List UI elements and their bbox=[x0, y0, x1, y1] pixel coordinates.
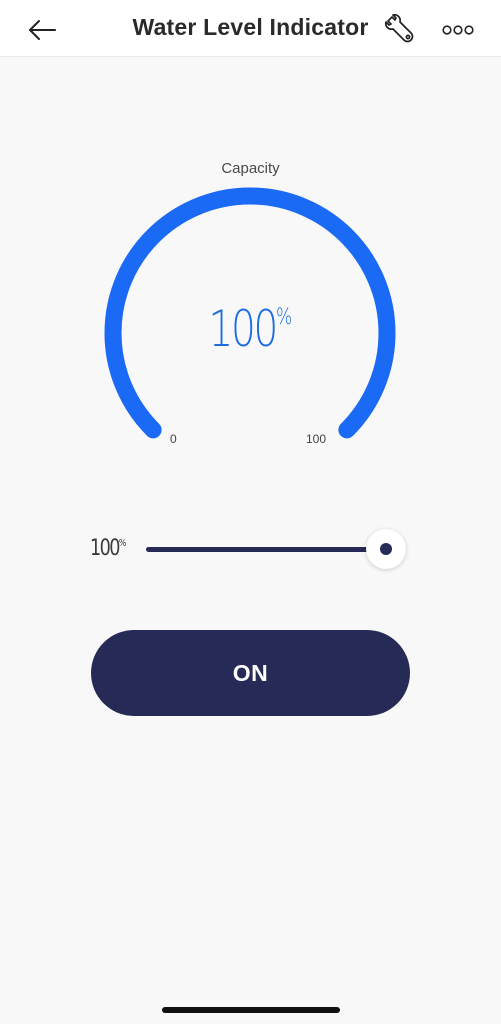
slider-thumb-dot bbox=[380, 543, 392, 555]
home-indicator bbox=[162, 1007, 340, 1013]
gauge-max-label: 100 bbox=[306, 432, 327, 446]
gauge-value-unit: % bbox=[275, 305, 293, 330]
capacity-gauge bbox=[104, 187, 396, 439]
gauge-min-label: 0 bbox=[170, 432, 177, 446]
slider-value-unit: % bbox=[118, 538, 127, 549]
gauge-value: 100% bbox=[55, 300, 446, 358]
slider-value-number: 100 bbox=[90, 536, 120, 561]
gauge-value-number: 100 bbox=[208, 300, 279, 358]
slider-value: 100% bbox=[90, 536, 126, 561]
level-slider-fill bbox=[146, 547, 386, 552]
level-slider-track[interactable] bbox=[146, 547, 386, 552]
level-slider-thumb[interactable] bbox=[366, 529, 406, 569]
power-toggle-button[interactable]: ON bbox=[91, 630, 410, 716]
